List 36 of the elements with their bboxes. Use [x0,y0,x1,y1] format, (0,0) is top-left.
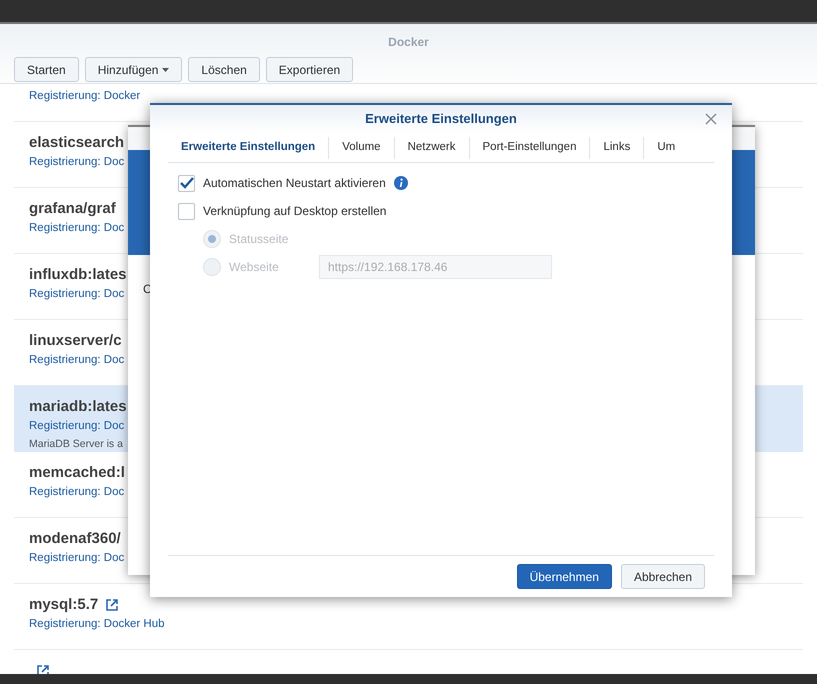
toolbar-button[interactable]: Starten [14,57,79,82]
toolbar-button[interactable]: Löschen [188,57,260,82]
image-name: mariadb:lates [29,398,127,416]
image-description: MariaDB Server is a [29,437,124,452]
image-name: mysql:5.7 [29,596,98,614]
checkbox-label: Verknüpfung auf Desktop erstellen [203,203,386,220]
dialog-button[interactable]: Abbrechen [620,564,705,589]
image-name: modenaf360/ [29,530,121,548]
checkbox-label: Automatischen Neustart aktivieren [203,175,386,192]
image-name: memcached:l [29,464,125,482]
image-name: influxdb:lates [29,266,127,284]
window-title: Docker [388,34,429,51]
radio-label: Webseite [229,259,280,276]
dialog-title: Erweiterte Einstellungen [365,110,517,128]
radio-label: Statusseite [229,231,290,248]
close-icon[interactable] [705,113,717,125]
image-name: elasticsearch [29,134,124,152]
dialog-tab[interactable]: Links [589,136,644,158]
toolbar-button[interactable]: Hinzufügen [84,57,182,82]
image-name: grafana/graf [29,200,116,218]
dialog-tab[interactable]: Volume [328,136,394,158]
dialog-tab[interactable]: Um [643,136,688,158]
external-link-icon[interactable] [106,599,118,611]
dialog-tab[interactable]: Netzwerk [394,136,468,158]
dialog-button[interactable]: Übernehmen [516,564,612,589]
dialog-tab[interactable]: Erweiterte Einstellungen [168,136,328,158]
dialog-tab[interactable]: Port-Einstellungen [468,136,590,158]
registry-link[interactable]: Registrierung: Docker Hub [29,616,788,634]
checkbox[interactable] [178,174,195,192]
external-link-icon[interactable] [37,665,49,674]
toolbar-button[interactable]: Exportieren [266,57,354,82]
info-icon[interactable] [394,176,408,190]
registry-link[interactable]: Registrierung: Docker [29,88,788,106]
checkbox[interactable] [178,202,195,220]
checkmark-icon [180,177,194,189]
image-name: linuxserver/c [29,332,122,350]
